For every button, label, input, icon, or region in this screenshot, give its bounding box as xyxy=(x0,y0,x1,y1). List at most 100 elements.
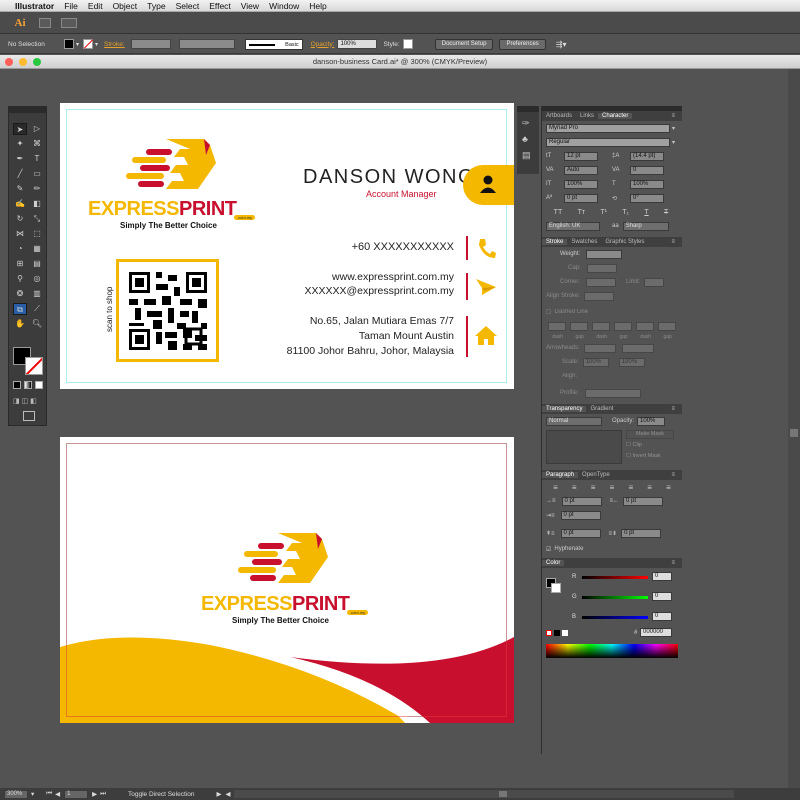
tab-transparency[interactable]: Transparency xyxy=(542,406,587,412)
stroke-color-box[interactable] xyxy=(25,357,43,375)
first-line-indent-field[interactable]: 0 pt xyxy=(560,510,601,520)
none-mode-icon[interactable] xyxy=(35,381,43,389)
transparency-panel-menu-icon[interactable]: ≡ xyxy=(667,406,679,412)
document-setup-button[interactable]: Document Setup xyxy=(434,38,494,50)
variable-width-field[interactable] xyxy=(178,39,235,49)
stroke-swatch[interactable] xyxy=(83,39,94,49)
black-swatch[interactable] xyxy=(554,630,560,636)
blend-mode-field[interactable]: Normal xyxy=(546,416,602,426)
minimize-window-icon[interactable] xyxy=(19,58,27,66)
leading-field[interactable]: (14.4 pt) xyxy=(630,151,664,161)
font-family-dropdown-icon[interactable]: ▾ xyxy=(672,125,675,132)
arrange-icon[interactable]: ⇶▾ xyxy=(556,40,567,49)
paintbrush-tool-icon[interactable]: ✎ xyxy=(13,183,27,195)
stroke-weight-field[interactable] xyxy=(130,39,171,49)
brushes-icon[interactable]: ✑ xyxy=(522,118,530,129)
tab-swatches[interactable]: Swatches xyxy=(567,239,601,245)
close-window-icon[interactable] xyxy=(5,58,13,66)
menu-effect[interactable]: Effect xyxy=(204,1,236,11)
symbols-icon[interactable]: ♣ xyxy=(522,134,528,144)
vertical-scroll-thumb[interactable] xyxy=(790,429,798,437)
profile-field[interactable] xyxy=(584,388,641,398)
green-slider[interactable] xyxy=(582,596,648,599)
kerning-field[interactable]: Auto xyxy=(564,165,598,175)
invert-mask-checkbox[interactable]: ☐ Invert Mask xyxy=(626,453,661,459)
gradient-tool-icon[interactable]: ▤ xyxy=(30,258,44,270)
left-indent-field[interactable]: 0 pt xyxy=(561,496,602,506)
dash-field-3[interactable] xyxy=(636,321,654,331)
menu-app-illustrator[interactable]: Illustrator xyxy=(10,1,59,11)
align-center-icon[interactable]: ≡ xyxy=(572,483,577,492)
layers-icon[interactable]: ▤ xyxy=(522,150,531,161)
menu-object[interactable]: Object xyxy=(108,1,143,11)
green-value-field[interactable]: 0 xyxy=(652,592,672,601)
tab-graphic-styles[interactable]: Graphic Styles xyxy=(601,239,648,245)
drawing-modes-icon[interactable]: ◨ ◫ ◧ xyxy=(13,397,43,405)
pen-tool-icon[interactable]: ✒ xyxy=(13,153,27,165)
artboard-number-field[interactable]: 1 xyxy=(64,789,89,799)
slice-tool-icon[interactable]: ⟋ xyxy=(30,303,44,315)
red-value-field[interactable]: 0 xyxy=(652,572,672,581)
zoom-dropdown-icon[interactable]: ▾ xyxy=(31,790,34,798)
color-panel-menu-icon[interactable]: ≡ xyxy=(667,560,679,566)
menu-select[interactable]: Select xyxy=(171,1,205,11)
screen-mode-icon[interactable] xyxy=(23,411,35,421)
justify-center-icon[interactable]: ≡ xyxy=(628,483,633,492)
artboard-tool-icon[interactable]: ⧉ xyxy=(13,303,27,315)
arrowhead-start[interactable] xyxy=(583,343,616,353)
justify-right-icon[interactable]: ≡ xyxy=(647,483,652,492)
strikethrough-icon[interactable]: T xyxy=(664,209,668,216)
hex-value-field[interactable]: 000000 xyxy=(640,628,672,637)
none-swatch[interactable] xyxy=(546,630,552,636)
corner-buttons[interactable] xyxy=(586,277,617,287)
preferences-button[interactable]: Preferences xyxy=(499,38,546,50)
free-transform-tool-icon[interactable]: ⬚ xyxy=(30,228,44,240)
color-stroke-box[interactable] xyxy=(551,583,561,593)
transparency-opacity-field[interactable]: 100% xyxy=(637,416,666,426)
tab-artboards[interactable]: Artboards xyxy=(542,113,576,119)
align-stroke-buttons[interactable] xyxy=(584,291,615,301)
artboard-back[interactable]: EXPRESSPRINT .com.my Simply The Better C… xyxy=(60,437,514,723)
menu-help[interactable]: Help xyxy=(304,1,331,11)
menu-type[interactable]: Type xyxy=(142,1,170,11)
direct-selection-tool-icon[interactable]: ▷ xyxy=(30,123,44,135)
font-style-dropdown-icon[interactable]: ▾ xyxy=(672,139,675,146)
tab-stroke[interactable]: Stroke xyxy=(542,239,568,245)
character-rotation-field[interactable]: 0° xyxy=(630,193,664,203)
rotate-tool-icon[interactable]: ↻ xyxy=(13,213,27,225)
blue-value-field[interactable]: 0 xyxy=(652,612,672,621)
language-field[interactable]: English: UK xyxy=(546,221,600,231)
paragraph-panel-menu-icon[interactable]: ≡ xyxy=(667,472,679,478)
tracking-field[interactable]: 0 xyxy=(630,165,664,175)
gradient-mode-icon[interactable] xyxy=(24,381,32,389)
line-tool-icon[interactable]: ╱ xyxy=(13,168,27,180)
tab-color[interactable]: Color xyxy=(542,560,565,566)
panel-menu-icon[interactable]: ≡ xyxy=(667,113,679,119)
brush-definition-field[interactable]: Basic xyxy=(244,38,303,50)
subscript-icon[interactable]: T₁ xyxy=(622,209,629,216)
gap-field-3[interactable] xyxy=(658,321,676,331)
justify-all-icon[interactable]: ≡ xyxy=(666,483,671,492)
red-slider[interactable] xyxy=(582,576,648,579)
align-right-icon[interactable]: ≡ xyxy=(591,483,596,492)
symbol-sprayer-tool-icon[interactable]: ❂ xyxy=(13,288,27,300)
rectangle-tool-icon[interactable]: ▭ xyxy=(30,168,44,180)
white-swatch[interactable] xyxy=(562,630,568,636)
font-style-field[interactable]: Regular xyxy=(546,137,670,147)
make-mask-button[interactable]: Make Mask xyxy=(626,430,674,439)
arrange-documents-button[interactable] xyxy=(61,17,77,28)
opacity-field[interactable]: 100% xyxy=(337,39,378,49)
perspective-grid-tool-icon[interactable]: ▦ xyxy=(30,243,44,255)
justify-left-icon[interactable]: ≡ xyxy=(610,483,615,492)
right-indent-field[interactable]: 0 pt xyxy=(623,496,664,506)
menu-window[interactable]: Window xyxy=(264,1,304,11)
color-spectrum[interactable] xyxy=(546,644,678,658)
opacity-link[interactable]: Opacity: xyxy=(311,41,335,48)
column-graph-tool-icon[interactable]: ▥ xyxy=(30,288,44,300)
fill-dropdown-icon[interactable]: ▾ xyxy=(76,41,79,48)
dock-header[interactable] xyxy=(517,106,539,112)
scale-tool-icon[interactable]: ⤡ xyxy=(30,213,44,225)
font-family-field[interactable]: Myriad Pro xyxy=(546,123,670,133)
status-arrow-icon[interactable]: ▶ xyxy=(216,790,221,798)
menu-file[interactable]: File xyxy=(59,1,83,11)
